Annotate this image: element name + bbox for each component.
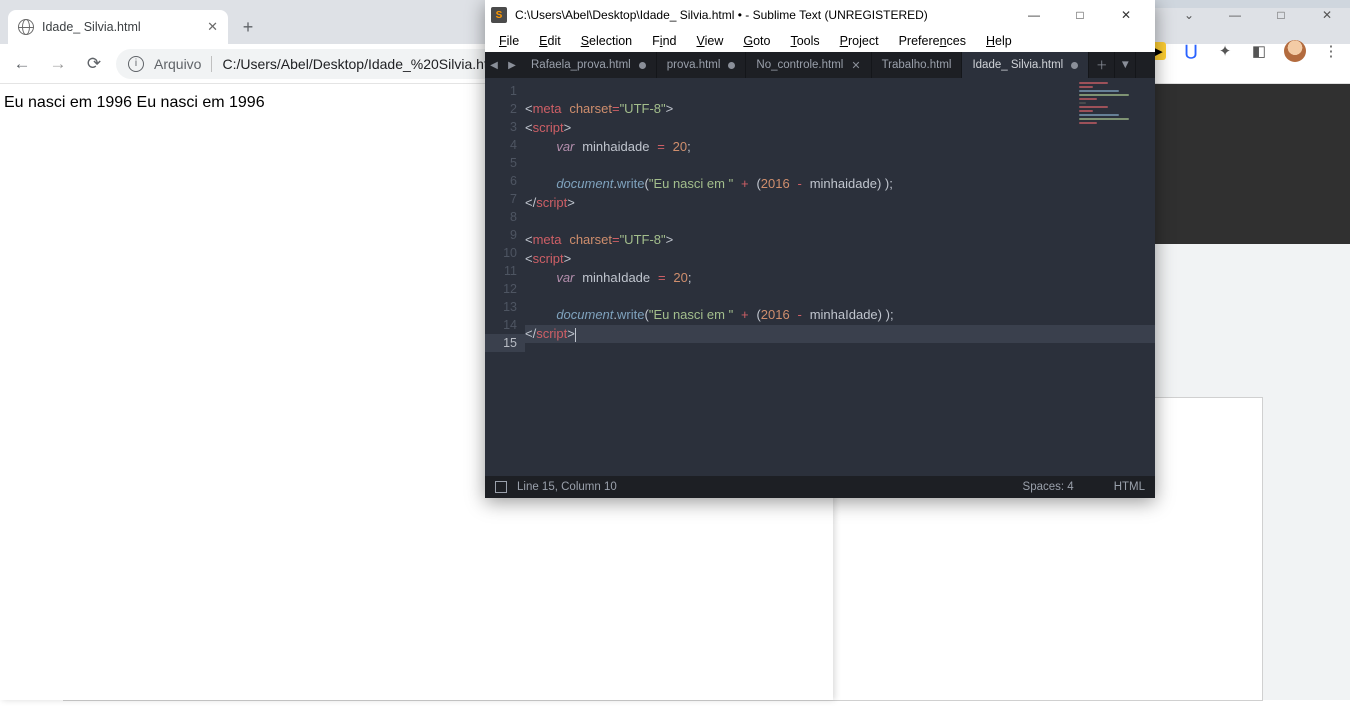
- panel-toggle-icon[interactable]: [495, 481, 507, 493]
- menu-edit[interactable]: Edit: [531, 32, 569, 50]
- address-path: C:/Users/Abel/Desktop/Idade_%20Silvia.ht…: [222, 56, 502, 72]
- menu-find[interactable]: Find: [644, 32, 684, 50]
- sublime-tab[interactable]: Rafaela_prova.html: [521, 52, 657, 78]
- status-indent[interactable]: Spaces: 4: [1023, 481, 1074, 493]
- minimap[interactable]: [1079, 82, 1151, 142]
- globe-icon: [18, 19, 34, 35]
- tab-label: Idade_ Silvia.html: [972, 59, 1063, 71]
- status-position[interactable]: Line 15, Column 10: [517, 481, 617, 493]
- tab-nav-back-icon[interactable]: ◀: [485, 52, 503, 78]
- page-text: Eu nasci em 1996 Eu nasci em 1996: [4, 94, 265, 111]
- menu-file[interactable]: File: [491, 32, 527, 50]
- close-tab-icon[interactable]: ✕: [851, 59, 860, 72]
- sublime-title-text: C:\Users\Abel\Desktop\Idade_ Silvia.html…: [515, 8, 928, 22]
- tab-nav-fwd-icon[interactable]: ▶: [503, 52, 521, 78]
- sublime-window: S C:\Users\Abel\Desktop\Idade_ Silvia.ht…: [485, 0, 1155, 498]
- menu-project[interactable]: Project: [832, 32, 887, 50]
- menu-preferences[interactable]: Preferences: [891, 32, 974, 50]
- bg-chevron-icon[interactable]: ⌄: [1166, 0, 1212, 30]
- code-area[interactable]: <meta charset="UTF-8"> <script> var minh…: [525, 78, 1155, 476]
- sublime-maximize-button[interactable]: □: [1057, 0, 1103, 30]
- chrome-tab-title: Idade_ Silvia.html: [42, 20, 141, 34]
- menu-tools[interactable]: Tools: [782, 32, 827, 50]
- menu-goto[interactable]: Goto: [735, 32, 778, 50]
- dirty-dot-icon: [728, 62, 735, 69]
- sublime-tab[interactable]: No_controle.html ✕: [746, 52, 871, 78]
- sublime-tab[interactable]: Trabalho.html: [872, 52, 963, 78]
- extension-icon[interactable]: ⋃: [1182, 42, 1200, 60]
- extensions-puzzle-icon[interactable]: ✦: [1216, 42, 1234, 60]
- sublime-menubar: File Edit Selection Find View Goto Tools…: [485, 30, 1155, 52]
- sublime-logo-icon: S: [491, 7, 507, 23]
- sublime-tab-active[interactable]: Idade_ Silvia.html: [962, 52, 1089, 78]
- address-separator: [211, 56, 212, 72]
- sublime-tabbar: ◀ ▶ Rafaela_prova.html prova.html No_con…: [485, 52, 1155, 78]
- reload-button[interactable]: ⟳: [80, 50, 108, 78]
- site-info-icon[interactable]: i: [128, 56, 144, 72]
- sublime-editor: 123456789101112131415 <meta charset="UTF…: [485, 78, 1155, 476]
- profile-avatar[interactable]: [1284, 40, 1306, 62]
- sublime-titlebar[interactable]: S C:\Users\Abel\Desktop\Idade_ Silvia.ht…: [485, 0, 1155, 30]
- bg-minimize-button[interactable]: —: [1212, 0, 1258, 30]
- menu-help[interactable]: Help: [978, 32, 1020, 50]
- tab-label: Trabalho.html: [882, 59, 952, 71]
- tab-label: No_controle.html: [756, 59, 843, 71]
- tab-label: Rafaela_prova.html: [531, 59, 631, 71]
- menu-selection[interactable]: Selection: [573, 32, 640, 50]
- close-tab-icon[interactable]: ✕: [207, 19, 218, 35]
- new-tab-button[interactable]: +: [234, 13, 262, 41]
- chrome-tab[interactable]: Idade_ Silvia.html ✕: [8, 10, 228, 44]
- tab-dropdown-icon[interactable]: ▼: [1115, 52, 1136, 78]
- kebab-menu-icon[interactable]: ⋮: [1322, 42, 1340, 60]
- sublime-minimize-button[interactable]: —: [1011, 0, 1057, 30]
- bg-maximize-button[interactable]: □: [1258, 0, 1304, 30]
- address-bar[interactable]: i Arquivo C:/Users/Abel/Desktop/Idade_%2…: [116, 49, 515, 79]
- dirty-dot-icon: [1071, 62, 1078, 69]
- line-gutter: 123456789101112131415: [485, 78, 525, 476]
- tab-label: prova.html: [667, 59, 721, 71]
- sublime-statusbar: Line 15, Column 10 Spaces: 4 HTML: [485, 476, 1155, 498]
- dirty-dot-icon: [639, 62, 646, 69]
- new-file-tab-button[interactable]: ＋: [1089, 52, 1115, 78]
- panel-icon[interactable]: ◧: [1250, 42, 1268, 60]
- forward-button[interactable]: →: [44, 50, 72, 78]
- bg-close-button[interactable]: ✕: [1304, 0, 1350, 30]
- back-button[interactable]: ←: [8, 50, 36, 78]
- status-syntax[interactable]: HTML: [1114, 481, 1145, 493]
- sublime-close-button[interactable]: ✕: [1103, 0, 1149, 30]
- sublime-tab[interactable]: prova.html: [657, 52, 747, 78]
- menu-view[interactable]: View: [688, 32, 731, 50]
- bg-extensions: ▶ ⋃ ✦ ◧ ⋮: [1148, 40, 1340, 62]
- address-prefix: Arquivo: [154, 56, 201, 72]
- bg-window-controls: ⌄ — □ ✕: [1166, 0, 1350, 30]
